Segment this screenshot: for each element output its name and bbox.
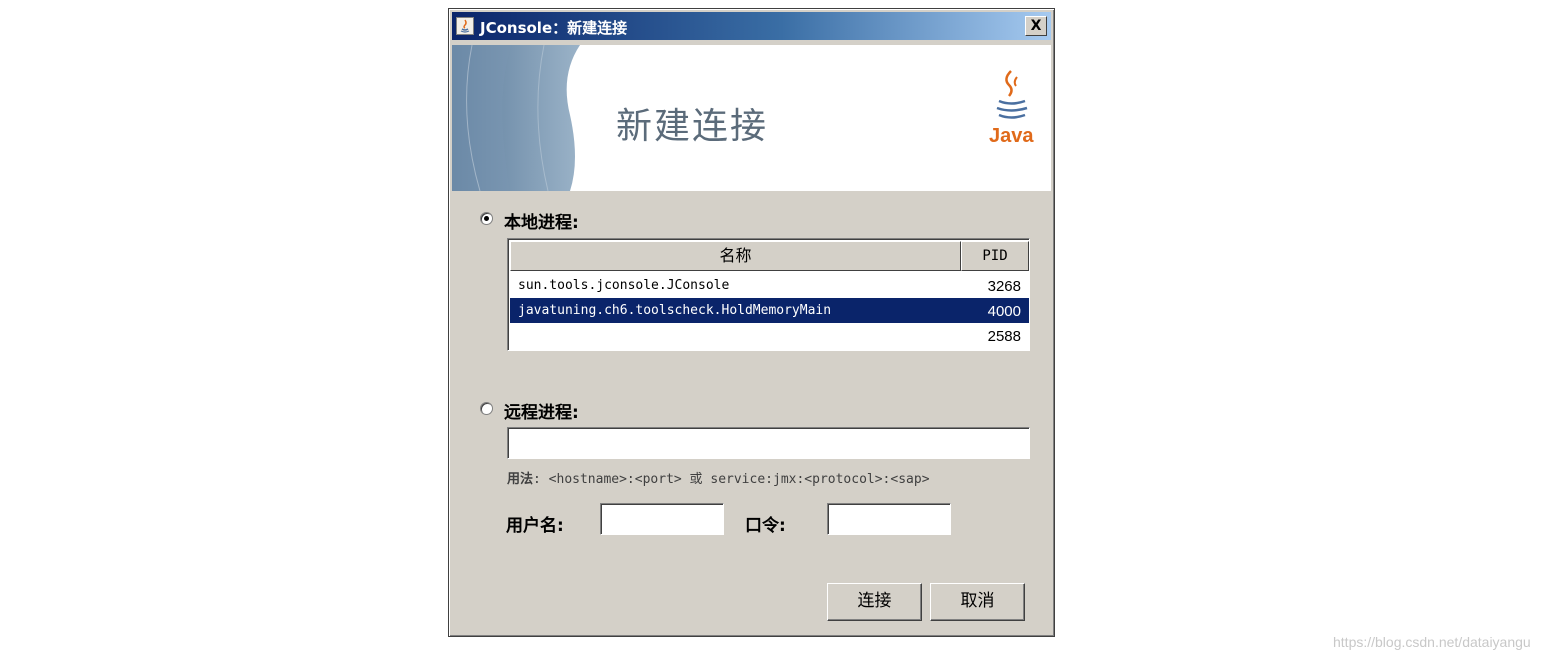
java-app-icon xyxy=(456,17,474,35)
cancel-button[interactable]: 取消 xyxy=(930,583,1025,621)
connect-button[interactable]: 连接 xyxy=(827,583,922,621)
banner: 新建连接 Java xyxy=(452,45,1051,191)
table-row[interactable]: 2588 xyxy=(510,323,1029,348)
username-input[interactable] xyxy=(600,503,724,535)
username-label: 用户名: xyxy=(506,516,564,536)
table-row[interactable]: sun.tools.jconsole.JConsole 3268 xyxy=(510,273,1029,298)
usage-label: 用法 xyxy=(507,472,534,487)
table-header: 名称 PID xyxy=(510,241,1029,271)
process-pid: 2588 xyxy=(987,328,1021,345)
usage-hint: 用法: <hostname>:<port> 或 service:jmx:<pro… xyxy=(507,468,930,487)
remote-host-input[interactable] xyxy=(507,427,1030,459)
watermark: https://blog.csdn.net/dataiyangu xyxy=(1333,634,1531,650)
java-logo: Java xyxy=(981,69,1037,159)
title-bar[interactable]: JConsole：新建连接 X xyxy=(452,12,1051,40)
remote-process-label: 远程进程: xyxy=(504,403,579,423)
local-process-radio[interactable] xyxy=(480,212,493,225)
window-title: JConsole：新建连接 xyxy=(480,19,628,37)
java-logo-text: Java xyxy=(989,125,1034,147)
remote-process-radio[interactable] xyxy=(480,402,493,415)
column-header-pid[interactable]: PID xyxy=(961,241,1029,271)
local-process-label: 本地进程: xyxy=(504,213,579,233)
banner-title: 新建连接 xyxy=(616,106,769,147)
password-label: 口令: xyxy=(745,516,786,536)
table-row[interactable]: javatuning.ch6.toolscheck.HoldMemoryMain… xyxy=(510,298,1029,323)
process-pid: 3268 xyxy=(987,278,1021,295)
process-name: javatuning.ch6.toolscheck.HoldMemoryMain xyxy=(518,303,832,318)
password-input[interactable] xyxy=(827,503,951,535)
usage-text: : <hostname>:<port> 或 service:jmx:<proto… xyxy=(533,472,930,487)
new-connection-dialog: JConsole：新建连接 X 新建连接 Java 本地进程: 名称 PID s… xyxy=(448,8,1055,637)
close-button[interactable]: X xyxy=(1025,16,1047,36)
process-pid: 4000 xyxy=(987,303,1021,320)
process-table: 名称 PID sun.tools.jconsole.JConsole 3268 … xyxy=(507,238,1030,351)
process-name: sun.tools.jconsole.JConsole xyxy=(518,278,730,293)
java-cup-icon xyxy=(996,70,1028,119)
column-header-name[interactable]: 名称 xyxy=(510,241,961,271)
